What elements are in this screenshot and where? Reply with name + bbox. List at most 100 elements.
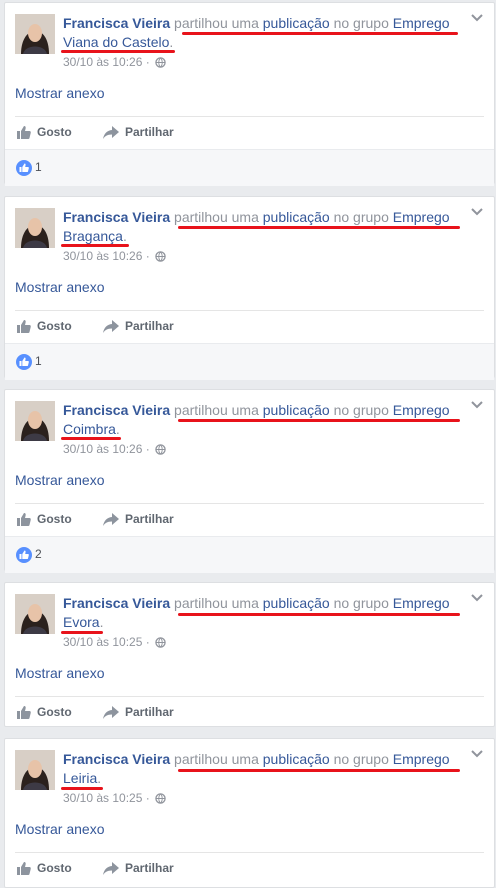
connector-text: no grupo [333,15,389,31]
share-arrow-icon [103,705,119,719]
timestamp[interactable]: 30/10 às 10:26 [63,55,142,69]
like-button[interactable]: Gosto [17,861,72,875]
post-meta: 30/10 às 10:25 · [63,791,166,805]
author-name[interactable]: Francisca Vieira [63,15,170,31]
show-attachment-link[interactable]: Mostrar anexo [15,665,104,681]
like-button[interactable]: Gosto [17,705,72,719]
share-arrow-icon [103,512,119,526]
divider [15,310,484,311]
publication-link[interactable]: publicação [263,15,330,31]
avatar[interactable] [15,208,55,248]
annotation-underline [61,437,121,440]
divider [15,696,484,697]
share-button[interactable]: Partilhar [103,705,174,719]
share-button[interactable]: Partilhar [103,319,174,333]
like-button[interactable]: Gosto [17,512,72,526]
post-card: Francisca Vieira partilhou uma publicaçã… [4,738,495,888]
action-text: partilhou uma [174,595,259,611]
annotation-underline [178,419,460,422]
divider [15,852,484,853]
avatar[interactable] [15,750,55,790]
globe-icon [155,444,166,455]
avatar[interactable] [15,594,55,634]
connector-text: no grupo [333,402,389,418]
post-card: Francisca Vieira partilhou uma publicaçã… [4,389,495,573]
share-label: Partilhar [125,705,174,719]
timestamp[interactable]: 30/10 às 10:26 [63,442,142,456]
post-meta: 30/10 às 10:26 · [63,442,166,456]
share-arrow-icon [103,861,119,875]
share-label: Partilhar [125,319,174,333]
publication-link[interactable]: publicação [263,595,330,611]
chevron-down-icon[interactable] [470,207,484,217]
avatar[interactable] [15,14,55,54]
avatar[interactable] [15,401,55,441]
timestamp[interactable]: 30/10 às 10:25 [63,791,142,805]
like-count[interactable]: 1 [35,354,42,368]
like-button[interactable]: Gosto [17,125,72,139]
annotation-underline [182,32,458,35]
thumbs-up-icon [17,319,31,333]
action-text: partilhou uma [174,402,259,418]
share-label: Partilhar [125,125,174,139]
publication-link[interactable]: publicação [263,209,330,225]
share-label: Partilhar [125,512,174,526]
action-bar: Gosto Partilhar [15,698,484,728]
globe-icon [155,637,166,648]
globe-icon [155,251,166,262]
annotation-underline [178,226,460,229]
like-button[interactable]: Gosto [17,319,72,333]
share-arrow-icon [103,319,119,333]
like-label: Gosto [37,512,72,526]
action-bar: Gosto Partilhar [15,505,484,535]
post-meta: 30/10 às 10:26 · [63,55,166,69]
show-attachment-link[interactable]: Mostrar anexo [15,472,104,488]
connector-text: no grupo [333,751,389,767]
share-arrow-icon [103,125,119,139]
reaction-bar[interactable]: 1 [5,343,494,380]
timestamp[interactable]: 30/10 às 10:25 [63,635,142,649]
reaction-bar[interactable]: 1 [5,149,494,186]
chevron-down-icon[interactable] [470,749,484,759]
author-name[interactable]: Francisca Vieira [63,209,170,225]
share-button[interactable]: Partilhar [103,861,174,875]
show-attachment-link[interactable]: Mostrar anexo [15,821,104,837]
share-button[interactable]: Partilhar [103,125,174,139]
show-attachment-link[interactable]: Mostrar anexo [15,85,104,101]
author-name[interactable]: Francisca Vieira [63,595,170,611]
publication-link[interactable]: publicação [263,402,330,418]
reaction-bar[interactable]: 2 [5,536,494,573]
publication-link[interactable]: publicação [263,751,330,767]
like-count[interactable]: 1 [35,160,42,174]
author-name[interactable]: Francisca Vieira [63,751,170,767]
thumbs-up-icon [17,861,31,875]
action-bar: Gosto Partilhar [15,312,484,342]
like-count[interactable]: 2 [35,547,42,561]
action-text: partilhou uma [174,15,259,31]
timestamp[interactable]: 30/10 às 10:26 [63,249,142,263]
share-button[interactable]: Partilhar [103,512,174,526]
globe-icon [155,793,166,804]
chevron-down-icon[interactable] [470,593,484,603]
like-reaction-icon [16,547,32,563]
chevron-down-icon[interactable] [470,13,484,23]
thumbs-up-icon [17,512,31,526]
connector-text: no grupo [333,209,389,225]
connector-text: no grupo [333,595,389,611]
annotation-underline [61,50,175,53]
author-name[interactable]: Francisca Vieira [63,402,170,418]
annotation-underline [61,244,129,247]
action-text: partilhou uma [174,751,259,767]
share-label: Partilhar [125,861,174,875]
annotation-underline [61,787,103,790]
thumbs-up-icon [17,125,31,139]
action-text: partilhou uma [174,209,259,225]
post-card: Francisca Vieira partilhou uma publicaçã… [4,582,495,727]
chevron-down-icon[interactable] [470,400,484,410]
post-card: Francisca Vieira partilhou uma publicaçã… [4,196,495,380]
show-attachment-link[interactable]: Mostrar anexo [15,279,104,295]
annotation-underline [178,769,460,772]
like-label: Gosto [37,125,72,139]
post-card: Francisca Vieira partilhou uma publicaçã… [4,2,495,186]
annotation-underline [61,631,103,634]
